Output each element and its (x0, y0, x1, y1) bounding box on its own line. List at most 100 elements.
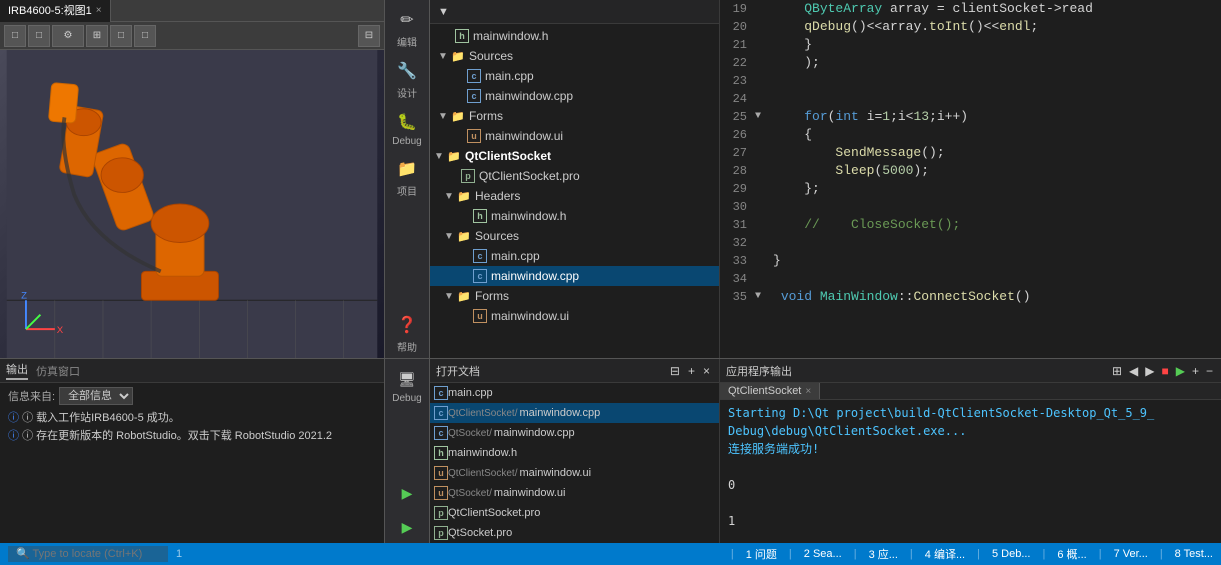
tree-item-mainwindow-cpp-sub[interactable]: c mainwindow.cpp (430, 266, 719, 286)
bottom-sidebar-debug-label: Debug (392, 393, 421, 404)
toolbar-btn-3[interactable]: ⚙ (52, 25, 84, 47)
code-line-26: 26 { (720, 126, 1221, 144)
output-stop-btn[interactable]: ■ (1159, 364, 1170, 378)
status-problems[interactable]: 1 问题 (746, 546, 777, 562)
file-tree-panel: ▼ h mainwindow.h ▼ 📁 Sources c main.cpp (430, 0, 720, 358)
tab-close-icon[interactable]: × (96, 0, 102, 22)
output-tab-label[interactable]: 输出 (6, 361, 28, 380)
sidebar-debug-btn[interactable]: 🐛 Debug (387, 106, 427, 151)
status-search[interactable]: 2 Sea... (804, 548, 842, 560)
tree-item-mainwindow-cpp-top[interactable]: c mainwindow.cpp (430, 86, 719, 106)
tree-item-main-cpp-sub[interactable]: c main.cpp (430, 246, 719, 266)
tree-item-sources-top[interactable]: ▼ 📁 Sources (430, 46, 719, 66)
tree-item-mainwindow-ui-sub[interactable]: u mainwindow.ui (430, 306, 719, 326)
line-num-32: 32 (720, 234, 755, 252)
code-line-25: 25 ▼ for(int i=1;i<13;i++) (720, 108, 1221, 126)
close-files-btn[interactable]: × (700, 364, 713, 378)
tree-item-sources-sub[interactable]: ▼ 📁 Sources (430, 226, 719, 246)
line-arrow-21 (755, 36, 769, 54)
output-line-3: 连接服务端成功! (728, 440, 1213, 458)
open-file-qtclient-mainwindow-cpp[interactable]: c QtClientSocket/mainwindow.cpp (430, 403, 719, 423)
info-source-select[interactable]: 全部信息 (59, 387, 133, 405)
open-file-main-cpp[interactable]: c main.cpp (430, 383, 719, 403)
toolbar-btn-1[interactable]: □ (4, 25, 26, 47)
line-code-33: } (769, 252, 1221, 270)
locate-input[interactable] (8, 546, 168, 562)
output-add-btn[interactable]: + (1190, 364, 1201, 378)
output-next-btn[interactable]: ▶ (1143, 364, 1156, 378)
h-icon-open: h (434, 446, 448, 460)
bottom-sidebar-monitor-btn[interactable]: 🖥 Debug (387, 363, 427, 408)
open-file-mainwindow-h[interactable]: h mainwindow.h (430, 443, 719, 463)
toolbar-btn-5[interactable]: □ (110, 25, 132, 47)
robot-view-tab[interactable]: IRB4600-5:视图1 × (0, 0, 111, 22)
file-tree-title: ▼ (438, 6, 449, 18)
output-prev-btn[interactable]: ◀ (1127, 364, 1140, 378)
tree-item-mainwindow-ui-top[interactable]: u mainwindow.ui (430, 126, 719, 146)
status-test[interactable]: 8 Test... (1175, 548, 1213, 560)
folder-icon-forms: 📁 (450, 108, 466, 124)
status-app[interactable]: 3 应... (869, 546, 898, 562)
toolbar-btn-4[interactable]: ⊞ (86, 25, 108, 47)
view-toolbar: □ □ ⚙ ⊞ □ □ ⊟ (0, 22, 384, 50)
split-btn[interactable]: ⊟ (667, 364, 683, 378)
tree-item-forms-sub[interactable]: ▼ 📁 Forms (430, 286, 719, 306)
output-line-1: Starting D:\Qt project\build-QtClientSoc… (728, 404, 1213, 422)
open-file-qtclient-pro[interactable]: p QtClientSocket.pro (430, 503, 719, 523)
tree-item-headers[interactable]: ▼ 📁 Headers (430, 186, 719, 206)
tree-arrow-qtclient: ▼ (434, 151, 446, 162)
design-icon: 🔧 (395, 59, 419, 83)
code-line-23: 23 (720, 72, 1221, 90)
output-minus-btn[interactable]: − (1204, 364, 1215, 378)
add-btn[interactable]: + (685, 364, 698, 378)
output-run-btn[interactable]: ▶ (1174, 364, 1187, 378)
sidebar-project-btn[interactable]: 📁 项目 (387, 153, 427, 202)
output-icon-1[interactable]: ⊞ (1110, 364, 1124, 378)
sidebar-edit-btn[interactable]: ✏ 编辑 (387, 4, 427, 53)
status-version[interactable]: 7 Ver... (1114, 548, 1148, 560)
open-file-qtsocket-mainwindow-ui[interactable]: u QtSocket/mainwindow.ui (430, 483, 719, 503)
robot-3d-view: Z X (0, 50, 384, 358)
tree-item-qtclient-pro[interactable]: p QtClientSocket.pro (430, 166, 719, 186)
line-arrow-24 (755, 90, 769, 108)
status-sep-3: | (854, 548, 857, 560)
toolbar-btn-6[interactable]: □ (134, 25, 156, 47)
tree-item-mainwindow-h-top[interactable]: h mainwindow.h (430, 26, 719, 46)
line-arrow-28 (755, 162, 769, 180)
tree-item-forms-top[interactable]: ▼ 📁 Forms (430, 106, 719, 126)
debug-icon: 🐛 (395, 110, 419, 134)
bottom-sidebar-play-btn[interactable]: ▶ (387, 477, 427, 509)
edit-icon: ✏ (395, 8, 419, 32)
output-tab-qtclient[interactable]: QtClientSocket × (720, 383, 820, 399)
status-overview[interactable]: 6 概... (1057, 546, 1086, 562)
line-code-24 (769, 90, 1221, 108)
line-code-20: qDebug()<<array.toInt()<<endl; (769, 18, 1221, 36)
sidebar-design-label: 设计 (397, 85, 417, 100)
open-files-panel: 打开文档 ⊟ + × c main.cpp c QtClientSocket/m… (430, 359, 720, 543)
output-tab-close-icon[interactable]: × (805, 386, 811, 397)
tab-bar: IRB4600-5:视图1 × (0, 0, 384, 22)
open-file-qtsocket-pro[interactable]: p QtSocket.pro (430, 523, 719, 543)
status-debug[interactable]: 5 Deb... (992, 548, 1031, 560)
svg-text:Z: Z (21, 290, 27, 301)
cpp-icon-open-2: c (434, 406, 448, 420)
cpp-icon-open-3: c (434, 426, 448, 440)
open-file-qtclient-mainwindow-ui[interactable]: u QtClientSocket/mainwindow.ui (430, 463, 719, 483)
tree-arrow-sources: ▼ (438, 51, 450, 62)
sidebar-help-btn[interactable]: ❓ 帮助 (387, 309, 427, 358)
bottom-sidebar-play2-btn[interactable]: ▶ (387, 511, 427, 543)
open-file-label-7: QtClientSocket.pro (448, 507, 715, 519)
status-compile[interactable]: 4 编译... (925, 546, 965, 562)
tree-item-label: mainwindow.h (473, 29, 548, 43)
sidebar-design-btn[interactable]: 🔧 设计 (387, 55, 427, 104)
open-file-qtsocket-mainwindow-cpp[interactable]: c QtSocket/mainwindow.cpp (430, 423, 719, 443)
open-file-label: main.cpp (448, 387, 715, 399)
toolbar-btn-2[interactable]: □ (28, 25, 50, 47)
toolbar-btn-7[interactable]: ⊟ (358, 25, 380, 47)
tree-item-main-cpp-top[interactable]: c main.cpp (430, 66, 719, 86)
code-editor-content[interactable]: 19 QByteArray array = clientSocket->read… (720, 0, 1221, 358)
tree-item-mainwindow-h[interactable]: h mainwindow.h (430, 206, 719, 226)
tree-item-qtclient-project[interactable]: ▼ 📁 QtClientSocket (430, 146, 719, 166)
simulation-tab-label[interactable]: 仿真窗口 (36, 363, 80, 379)
line-code-29: }; (769, 180, 1221, 198)
